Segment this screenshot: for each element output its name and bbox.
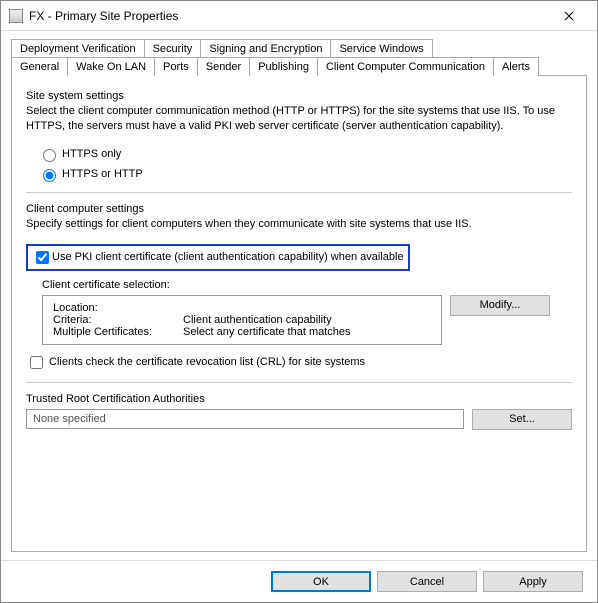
radio-https-or-http[interactable]	[43, 169, 56, 182]
cert-multiple-label: Multiple Certificates:	[53, 326, 183, 338]
cert-location-label: Location:	[53, 302, 183, 314]
tab-signing-encryption[interactable]: Signing and Encryption	[200, 39, 331, 58]
client-settings-heading: Client computer settings	[26, 203, 572, 215]
tab-client-computer-communication[interactable]: Client Computer Communication	[317, 57, 494, 76]
cancel-button[interactable]: Cancel	[377, 571, 477, 592]
tab-publishing[interactable]: Publishing	[249, 57, 318, 76]
cert-criteria-label: Criteria:	[53, 314, 183, 326]
radio-https-only-row[interactable]: HTTPS only	[38, 146, 572, 162]
tabs-row-2: General Wake On LAN Ports Sender Publish…	[11, 57, 587, 76]
site-settings-description: Select the client computer communication…	[26, 104, 572, 134]
radio-https-only-label: HTTPS only	[62, 148, 121, 160]
crl-check-row[interactable]: Clients check the certificate revocation…	[26, 353, 572, 372]
separator-1	[26, 192, 572, 193]
tabs-row-1: Deployment Verification Security Signing…	[11, 39, 587, 58]
ok-button[interactable]: OK	[271, 571, 371, 592]
content-area: Deployment Verification Security Signing…	[1, 31, 597, 560]
use-pki-highlight: Use PKI client certificate (client authe…	[26, 244, 410, 271]
radio-https-or-http-row[interactable]: HTTPS or HTTP	[38, 166, 572, 182]
tab-service-windows[interactable]: Service Windows	[330, 39, 432, 58]
crl-label: Clients check the certificate revocation…	[49, 356, 365, 368]
tab-wake-on-lan[interactable]: Wake On LAN	[67, 57, 155, 76]
cert-multiple-value: Select any certificate that matches	[183, 326, 351, 338]
set-button[interactable]: Set...	[472, 409, 572, 430]
apply-button[interactable]: Apply	[483, 571, 583, 592]
tab-general[interactable]: General	[11, 57, 68, 76]
window-title: FX - Primary Site Properties	[29, 9, 549, 23]
title-bar: FX - Primary Site Properties	[1, 1, 597, 31]
dialog-footer: OK Cancel Apply	[1, 560, 597, 602]
cert-selection-box: Location: Criteria: Client authenticatio…	[42, 295, 442, 345]
cert-criteria-value: Client authentication capability	[183, 314, 332, 326]
tab-sender[interactable]: Sender	[197, 57, 250, 76]
close-button[interactable]	[549, 2, 589, 30]
crl-checkbox[interactable]	[30, 356, 43, 369]
tab-security[interactable]: Security	[144, 39, 202, 58]
tab-deployment-verification[interactable]: Deployment Verification	[11, 39, 145, 58]
trusted-value-box: None specified	[26, 409, 464, 429]
tab-alerts[interactable]: Alerts	[493, 57, 539, 76]
radio-https-or-http-label: HTTPS or HTTP	[62, 168, 143, 180]
close-icon	[564, 11, 574, 21]
site-settings-heading: Site system settings	[26, 90, 572, 102]
cert-selection-label: Client certificate selection:	[42, 279, 572, 291]
cert-selection-group: Client certificate selection: Location: …	[42, 279, 572, 345]
use-pki-checkbox[interactable]	[36, 251, 49, 264]
client-settings-description: Specify settings for client computers wh…	[26, 217, 572, 232]
modify-button[interactable]: Modify...	[450, 295, 550, 316]
separator-2	[26, 382, 572, 383]
tab-ports[interactable]: Ports	[154, 57, 198, 76]
app-icon	[9, 9, 23, 23]
tab-panel: Site system settings Select the client c…	[11, 75, 587, 552]
radio-https-only[interactable]	[43, 149, 56, 162]
trusted-heading: Trusted Root Certification Authorities	[26, 393, 572, 405]
trusted-row: None specified Set...	[26, 409, 572, 430]
use-pki-label: Use PKI client certificate (client authe…	[52, 251, 404, 263]
